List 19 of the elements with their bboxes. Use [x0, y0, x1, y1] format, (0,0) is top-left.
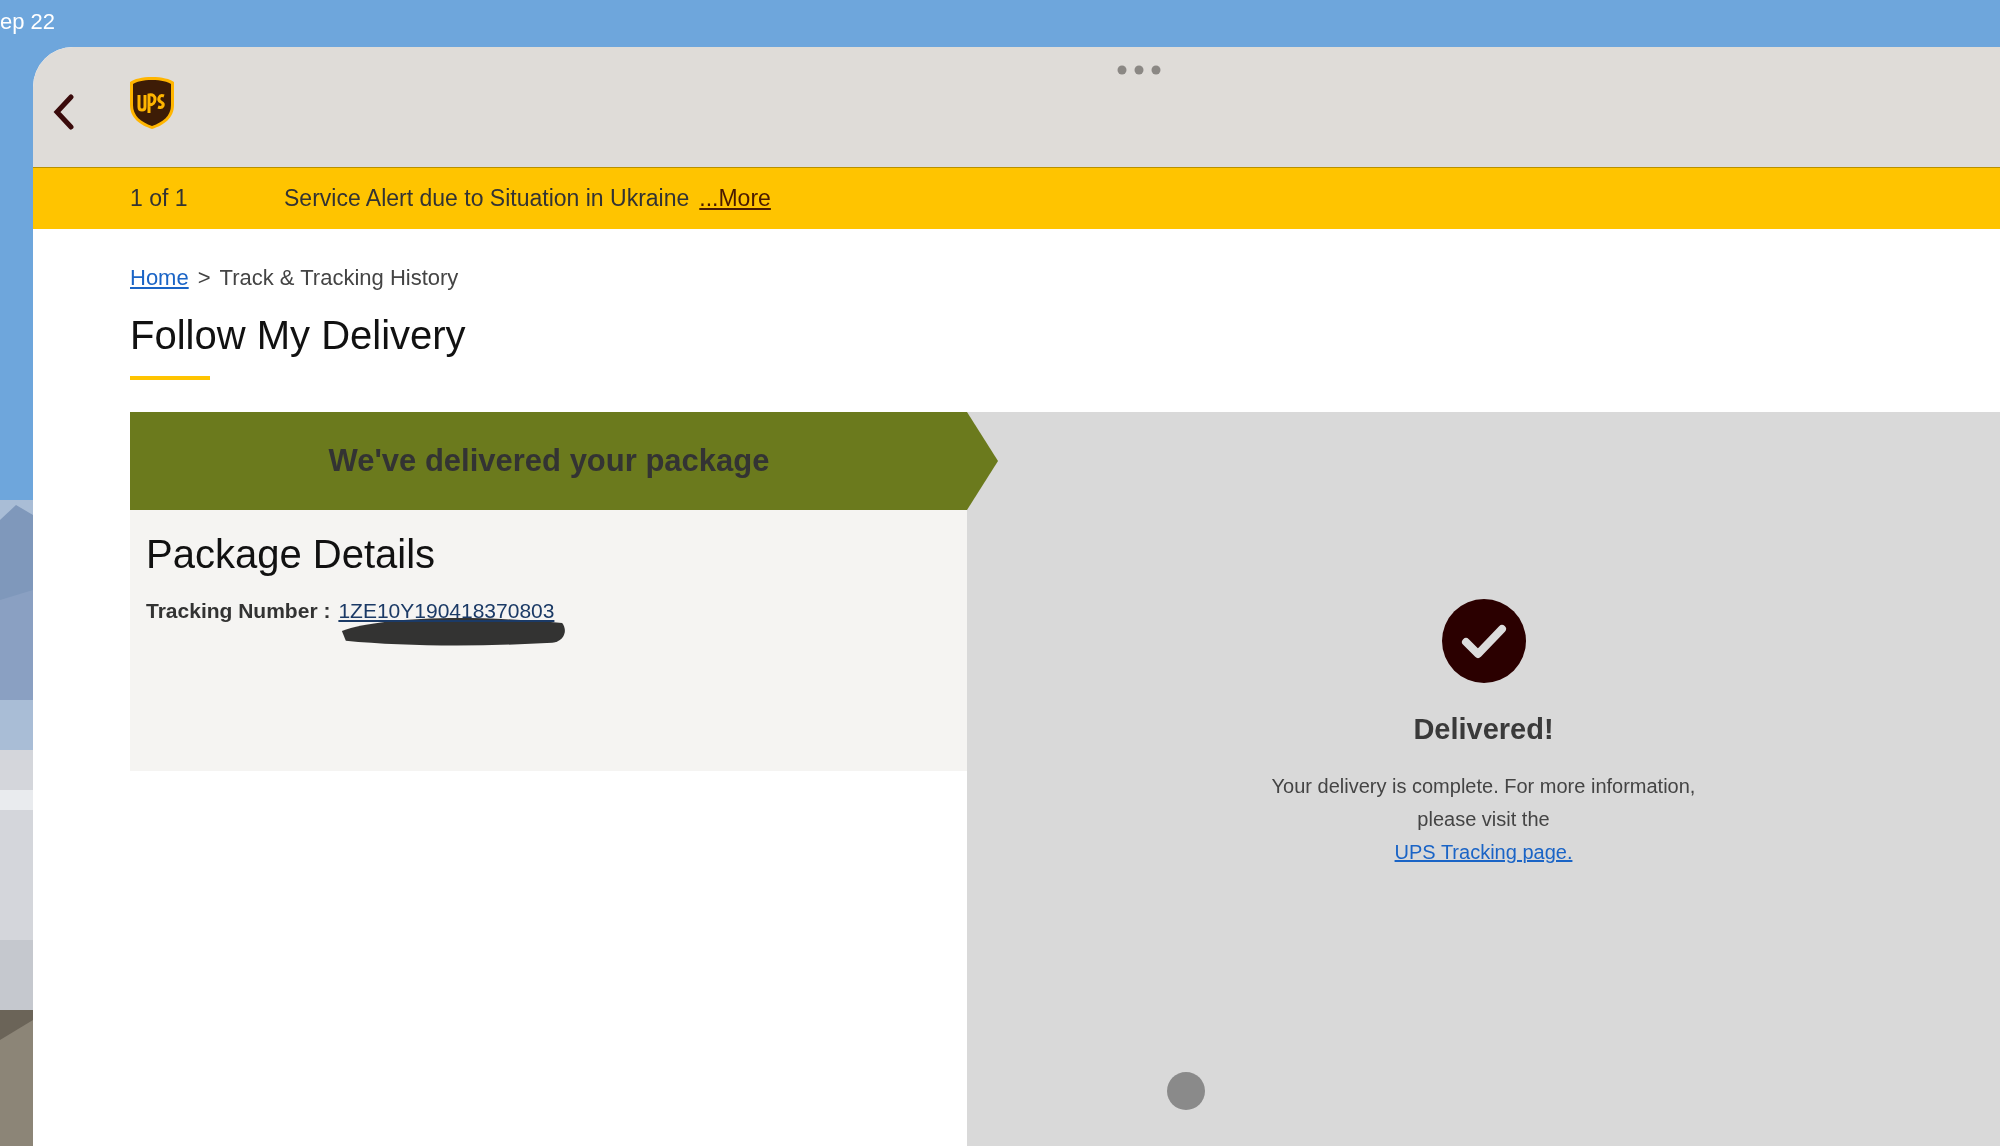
tracking-number-link[interactable]: 1ZE10Y190418370803	[338, 599, 555, 623]
breadcrumb-current: Track & Tracking History	[219, 265, 459, 291]
tracking-page-link[interactable]: UPS Tracking page.	[1394, 836, 1573, 869]
page-title: Follow My Delivery	[130, 313, 467, 358]
status-bar-date: ep 22	[0, 9, 56, 35]
tracking-label: Tracking Number :	[146, 599, 331, 623]
status-banner-text: We've delivered your package	[328, 443, 770, 479]
logo-icon[interactable]	[128, 75, 176, 131]
alert-counter: 1 of 1	[130, 185, 189, 212]
more-link[interactable]: ...More	[699, 185, 771, 212]
alert-message: Service Alert due to Situation in Ukraine	[284, 185, 690, 212]
delivered-title: Delivered!	[1413, 713, 1554, 746]
back-icon[interactable]	[53, 94, 75, 130]
more-icon[interactable]	[1117, 65, 1161, 75]
package-details-title: Package Details	[146, 532, 437, 577]
check-icon	[1441, 599, 1526, 683]
delivered-message: Your delivery is complete. For more information, please visit the	[1270, 774, 1697, 832]
breadcrumb-separator: >	[197, 265, 211, 291]
breadcrumb-link[interactable]: Home	[130, 265, 189, 291]
